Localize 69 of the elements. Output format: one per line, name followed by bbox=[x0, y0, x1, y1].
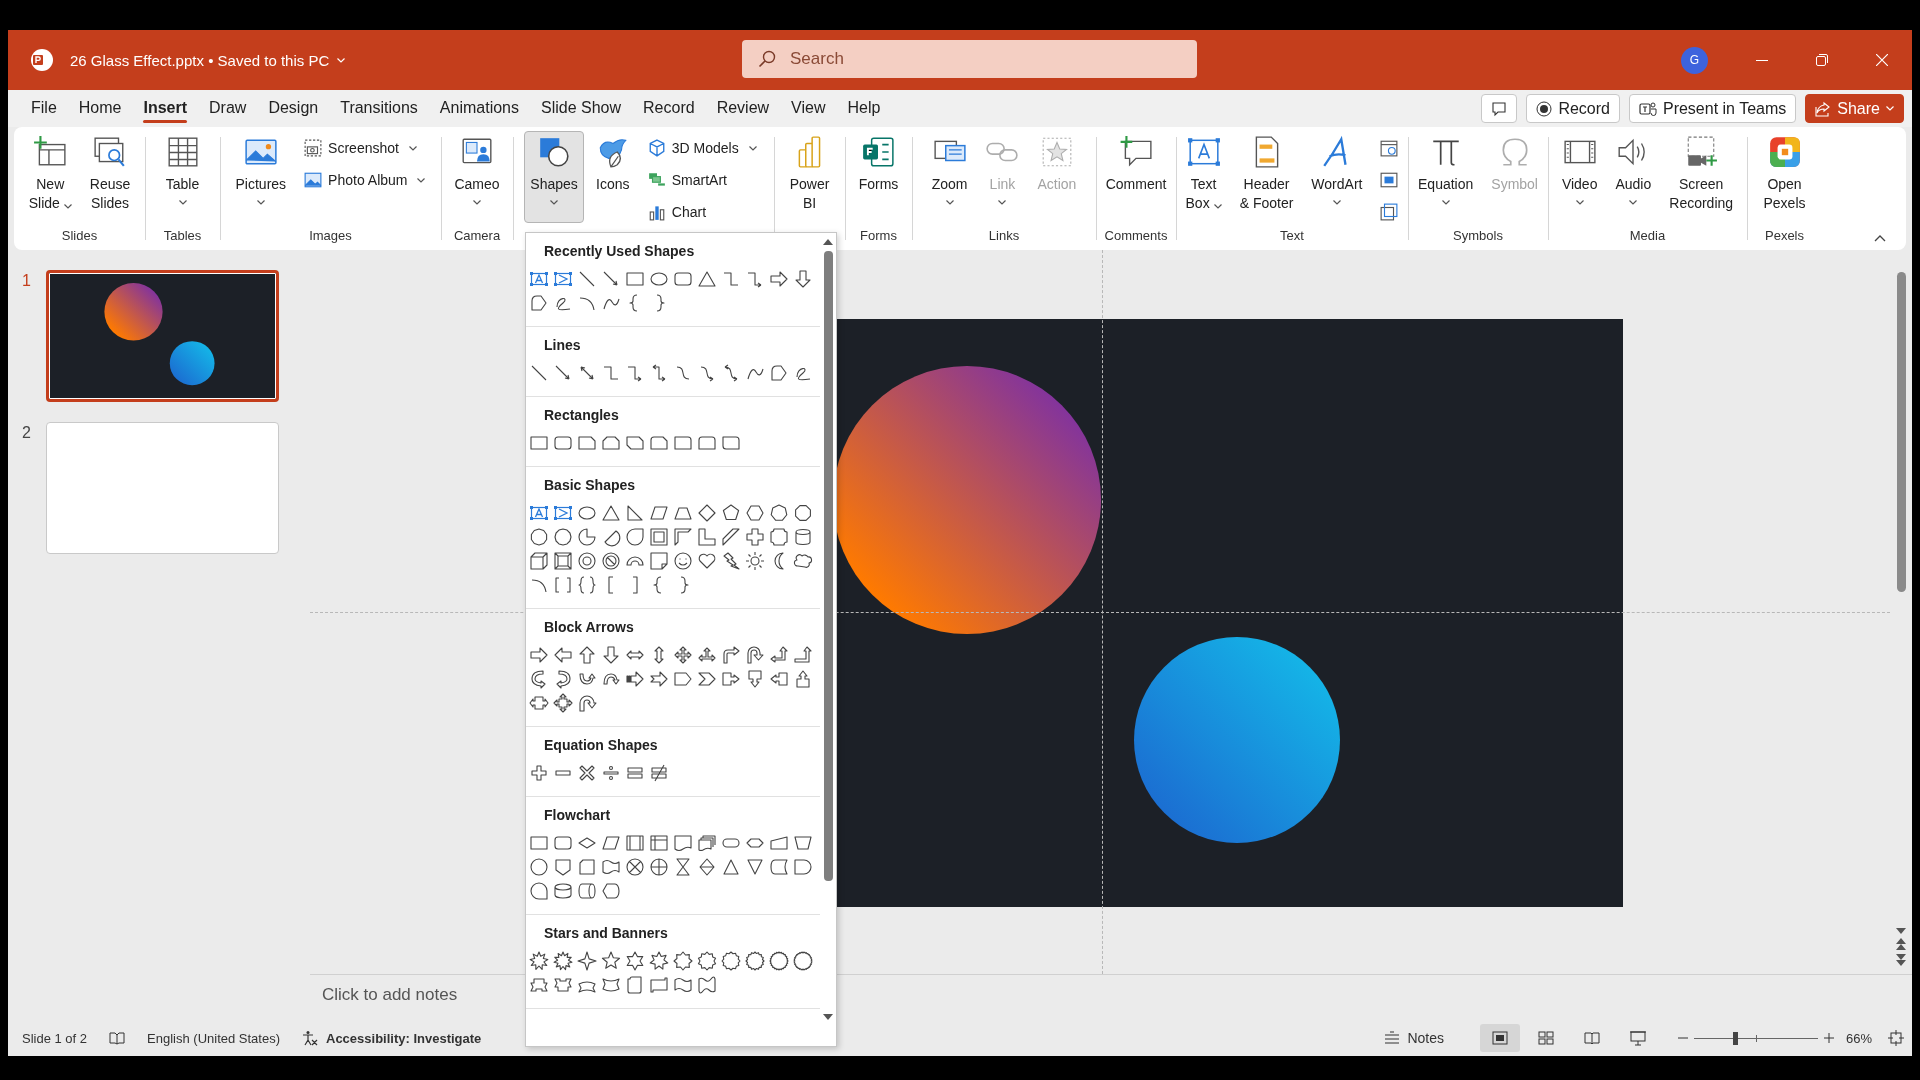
ribbon-tab[interactable]: Record bbox=[632, 93, 706, 124]
group-label: Comments bbox=[1103, 227, 1169, 245]
section-heading: Flowchart bbox=[543, 806, 612, 825]
text-box-button[interactable]: Text Box bbox=[1179, 131, 1228, 223]
zoom-level[interactable]: 66% bbox=[1845, 1030, 1872, 1046]
3d-models-button[interactable]: 3D Models bbox=[641, 134, 763, 162]
section-heading: Block Arrows bbox=[543, 618, 635, 637]
video-button[interactable]: Video bbox=[1555, 131, 1604, 223]
group-label: Slides bbox=[60, 227, 99, 245]
group-label: Media bbox=[1628, 227, 1667, 245]
group-label: Symbols bbox=[1452, 227, 1504, 245]
slide-counter: Slide 1 of 2 bbox=[22, 1030, 88, 1046]
ribbon-tab[interactable]: Help bbox=[836, 93, 892, 124]
forms-button[interactable]: Forms bbox=[852, 131, 905, 223]
comment-button[interactable]: Comment bbox=[1099, 131, 1173, 223]
ribbon-tab[interactable]: Review bbox=[705, 93, 781, 124]
section-heading: Equation Shapes bbox=[543, 736, 659, 755]
notes-button[interactable]: Notes bbox=[1383, 1030, 1444, 1046]
section-heading: Lines bbox=[543, 336, 582, 355]
search-field[interactable]: Search bbox=[742, 40, 1197, 78]
group-label: Images bbox=[308, 227, 353, 245]
new-slide-button[interactable]: New Slide bbox=[22, 131, 78, 223]
ribbon-tab[interactable]: Insert bbox=[132, 93, 199, 124]
document-title[interactable]: 26 Glass Effect.pptx • Saved to this PC bbox=[70, 51, 346, 69]
chart-button[interactable]: Chart bbox=[641, 198, 763, 226]
slide-number: 2 bbox=[22, 424, 32, 442]
table-button[interactable]: Table bbox=[159, 131, 206, 223]
group-label: Camera bbox=[452, 227, 502, 245]
user-avatar[interactable]: G bbox=[1681, 46, 1708, 74]
ribbon-tab[interactable]: Design bbox=[257, 93, 330, 124]
notes-placeholder[interactable]: Click to add notes bbox=[322, 985, 458, 1004]
audio-button[interactable]: Audio bbox=[1609, 131, 1658, 223]
language-indicator[interactable]: English (United States) bbox=[147, 1030, 280, 1046]
open-pexels-button[interactable]: Open Pexels bbox=[1757, 131, 1812, 223]
group-label: Forms bbox=[859, 227, 898, 245]
section-heading: Basic Shapes bbox=[543, 476, 637, 495]
icons-button[interactable]: Icons bbox=[589, 131, 636, 223]
group-label: Tables bbox=[162, 227, 203, 245]
smartart-button[interactable]: SmartArt bbox=[641, 166, 763, 194]
equation-button[interactable]: Equation bbox=[1412, 131, 1480, 223]
zoom-button[interactable]: Zoom bbox=[925, 131, 974, 223]
ribbon-tab[interactable]: File bbox=[20, 93, 68, 124]
header-footer-button[interactable]: Header & Footer bbox=[1233, 131, 1300, 223]
shapes-button[interactable]: Shapes bbox=[524, 131, 584, 223]
ribbon-tab[interactable]: View bbox=[780, 93, 837, 124]
section-heading: Recently Used Shapes bbox=[543, 242, 696, 261]
share-button[interactable]: Share bbox=[1805, 94, 1904, 123]
section-heading: Rectangles bbox=[543, 406, 620, 425]
ribbon-tab[interactable]: Slide Show bbox=[530, 93, 633, 124]
ribbon-tab[interactable]: Home bbox=[67, 93, 133, 124]
record-button[interactable]: Record bbox=[1526, 94, 1620, 123]
present-in-teams-button[interactable]: Present in Teams bbox=[1628, 94, 1797, 123]
power-bi-button[interactable]: Power BI bbox=[783, 131, 836, 223]
group-label: Pexels bbox=[1764, 227, 1805, 245]
reuse-slides-button[interactable]: Reuse Slides bbox=[83, 131, 137, 223]
slide-number: 1 bbox=[22, 272, 32, 290]
photo-album-button[interactable]: Photo Album bbox=[298, 166, 432, 194]
ribbon-tab[interactable]: Draw bbox=[198, 93, 258, 124]
screen-recording-button[interactable]: Screen Recording bbox=[1663, 131, 1740, 223]
group-label: Links bbox=[987, 227, 1021, 245]
ribbon-tab[interactable]: Transitions bbox=[329, 93, 429, 124]
accessibility-status[interactable]: Accessibility: Investigate bbox=[326, 1030, 482, 1046]
group-label: Text bbox=[1279, 227, 1305, 245]
ribbon-tab[interactable]: Animations bbox=[428, 93, 530, 124]
section-heading: Stars and Banners bbox=[543, 924, 669, 943]
pictures-button[interactable]: Pictures bbox=[229, 131, 293, 223]
wordart-button[interactable]: WordArt bbox=[1305, 131, 1369, 223]
screenshot-button[interactable]: Screenshot bbox=[298, 134, 432, 162]
cameo-button[interactable]: Cameo bbox=[448, 131, 506, 223]
